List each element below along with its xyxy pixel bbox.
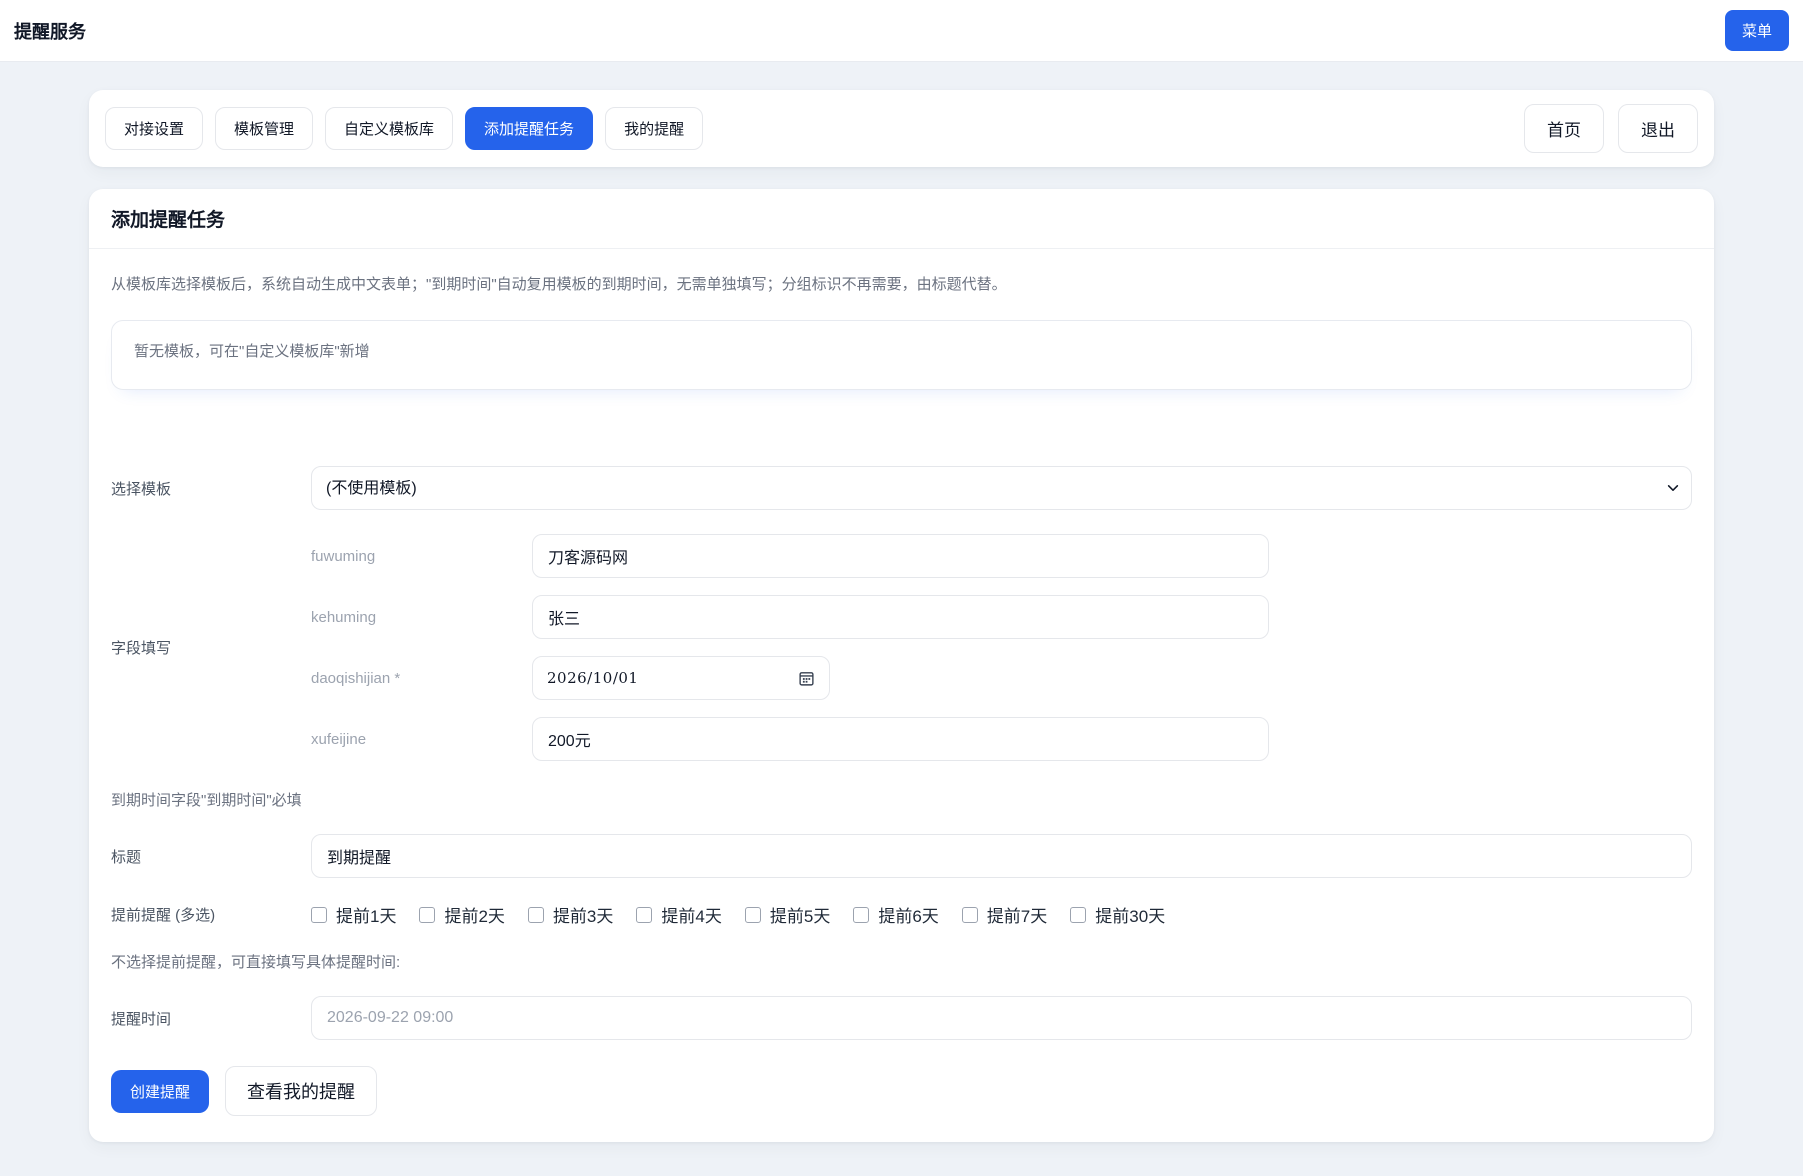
advance-option-4days-checkbox[interactable] (636, 906, 653, 923)
date-value: 2026/10/01 (547, 669, 639, 687)
field-label-daoqishijian: daoqishijian * (311, 669, 401, 687)
empty-template-notice: 暂无模板，可在"自定义模板库"新增 (111, 320, 1692, 390)
advance-option-7days[interactable]: 提前7天 (961, 902, 1047, 927)
advance-option-2days[interactable]: 提前2天 (419, 902, 505, 927)
fields-section-row: 字段填写 fuwuming kehuming daoqishijian * (111, 534, 1692, 761)
view-my-reminders-button[interactable]: 查看我的提醒 (225, 1066, 378, 1116)
nav-card: 对接设置 模板管理 自定义模板库 添加提醒任务 我的提醒 首页 退出 (89, 90, 1714, 167)
advance-option-6days[interactable]: 提前6天 (853, 902, 939, 927)
advance-option-2days-checkbox[interactable] (419, 906, 436, 923)
advance-option-5days[interactable]: 提前5天 (744, 902, 830, 927)
fuwuming-input[interactable] (532, 534, 1269, 578)
calendar-icon[interactable] (798, 670, 815, 687)
title-input[interactable] (311, 834, 1692, 878)
card-header: 添加提醒任务 (89, 189, 1714, 249)
advance-option-6days-checkbox[interactable] (853, 906, 870, 923)
title-field-label: 标题 (111, 848, 142, 866)
form-actions: 创建提醒 查看我的提醒 (111, 1066, 1692, 1116)
nav-right-group: 首页 退出 (1524, 104, 1698, 153)
logout-button[interactable]: 退出 (1618, 104, 1698, 153)
field-label-xufeijine: xufeijine (311, 730, 367, 748)
tab-custom-template-library[interactable]: 自定义模板库 (325, 107, 454, 150)
advance-reminder-row: 提前提醒 (多选) 提前1天 提前2天 提前3天 提前4天 提前5天 提前6天 … (111, 902, 1692, 927)
top-header: 提醒服务 菜单 (0, 0, 1803, 62)
home-button[interactable]: 首页 (1524, 104, 1604, 153)
advance-option-3days-checkbox[interactable] (527, 906, 544, 923)
page-title: 添加提醒任务 (111, 210, 226, 231)
tab-group: 对接设置 模板管理 自定义模板库 添加提醒任务 我的提醒 (105, 107, 704, 150)
app-title: 提醒服务 (14, 21, 86, 42)
advance-reminder-label: 提前提醒 (多选) (111, 907, 216, 924)
title-field-row: 标题 (111, 834, 1692, 878)
remind-time-row: 提醒时间 (111, 996, 1692, 1040)
advance-option-4days[interactable]: 提前4天 (636, 902, 722, 927)
remind-time-label: 提醒时间 (111, 1010, 172, 1028)
tab-add-reminder-task[interactable]: 添加提醒任务 (465, 107, 594, 150)
field-label-kehuming: kehuming (311, 608, 377, 626)
template-select-row: 选择模板 (不使用模板) (111, 466, 1692, 510)
advance-option-3days[interactable]: 提前3天 (527, 902, 613, 927)
daoqishijian-date-input[interactable]: 2026/10/01 (532, 656, 830, 700)
template-select[interactable]: (不使用模板) (311, 466, 1692, 510)
add-reminder-card: 添加提醒任务 从模板库选择模板后，系统自动生成中文表单；"到期时间"自动复用模板… (89, 189, 1714, 1142)
tab-template-management[interactable]: 模板管理 (215, 107, 314, 150)
field-row-daoqishijian: daoqishijian * 2026/10/01 (311, 656, 1692, 700)
field-label-fuwuming: fuwuming (311, 547, 376, 565)
tab-my-reminders[interactable]: 我的提醒 (605, 107, 704, 150)
field-row-kehuming: kehuming (311, 595, 1692, 639)
menu-button[interactable]: 菜单 (1724, 10, 1789, 51)
remind-time-input[interactable] (311, 996, 1692, 1040)
xufeijine-input[interactable] (532, 717, 1269, 761)
create-reminder-button[interactable]: 创建提醒 (111, 1069, 210, 1113)
field-row-fuwuming: fuwuming (311, 534, 1692, 578)
form-description: 从模板库选择模板后，系统自动生成中文表单；"到期时间"自动复用模板的到期时间，无… (111, 276, 1007, 293)
advance-option-5days-checkbox[interactable] (744, 906, 761, 923)
advance-option-30days-checkbox[interactable] (1070, 906, 1087, 923)
template-select-label: 选择模板 (111, 480, 172, 498)
advance-reminder-options: 提前1天 提前2天 提前3天 提前4天 提前5天 提前6天 提前7天 提前30天 (311, 902, 1692, 927)
advance-option-7days-checkbox[interactable] (961, 906, 978, 923)
advance-option-30days[interactable]: 提前30天 (1070, 902, 1165, 927)
field-row-xufeijine: xufeijine (311, 717, 1692, 761)
remind-time-hint: 不选择提前提醒，可直接填写具体提醒时间: (111, 954, 401, 971)
tab-connection-settings[interactable]: 对接设置 (105, 107, 204, 150)
advance-option-1day-checkbox[interactable] (311, 906, 327, 923)
fields-section-label: 字段填写 (111, 640, 172, 657)
advance-option-1day[interactable]: 提前1天 (311, 902, 396, 927)
kehuming-input[interactable] (532, 595, 1269, 639)
due-time-hint: 到期时间字段"到期时间"必填 (111, 792, 302, 809)
